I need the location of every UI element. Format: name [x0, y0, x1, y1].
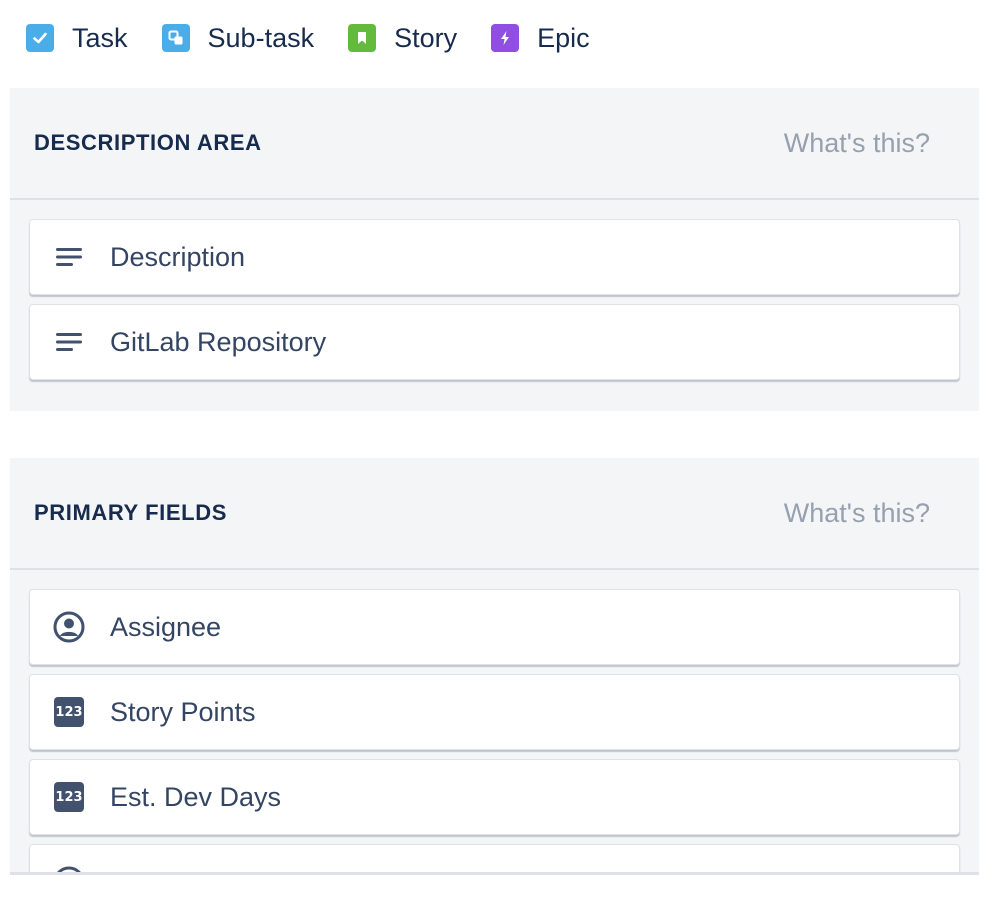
task-checkbox-icon [26, 24, 54, 52]
issue-type-label: Story [394, 22, 458, 53]
issue-type-task: Task [26, 23, 128, 54]
field-card-description[interactable]: Description [29, 219, 960, 295]
section-title: DESCRIPTION AREA [34, 130, 262, 155]
field-label: Description [110, 241, 246, 272]
paragraph-icon [52, 240, 86, 274]
field-label: Story Points [110, 696, 256, 727]
story-bookmark-icon [348, 24, 377, 52]
field-card-story-points[interactable]: 123 Story Points [29, 674, 960, 750]
issue-type-story: Story [348, 23, 457, 54]
field-label: Assignee [110, 611, 222, 642]
primary-fields-section: PRIMARY FIELDS What's this? Assignee 123… [10, 458, 979, 872]
user-avatar-icon [52, 610, 86, 644]
paragraph-icon [52, 325, 86, 359]
number-icon: 123 [52, 695, 86, 729]
whats-this-link[interactable]: What's this? [784, 88, 930, 198]
subtask-icon [161, 24, 190, 52]
number-icon: 123 [52, 780, 86, 814]
description-area-section: DESCRIPTION AREA What's this? Descriptio… [10, 88, 979, 411]
field-label: Est. Dev Days [110, 781, 282, 812]
issue-type-epic: Epic [491, 23, 590, 54]
user-avatar-icon [52, 865, 86, 872]
field-card-gitlab-repository[interactable]: GitLab Repository [29, 304, 960, 380]
issue-type-label: Task [72, 22, 128, 53]
field-card-partial[interactable] [29, 844, 960, 872]
whats-this-link[interactable]: What's this? [784, 458, 930, 568]
section-title: PRIMARY FIELDS [34, 500, 227, 525]
field-label: GitLab Repository [110, 326, 327, 357]
scroll-edge-divider [10, 872, 979, 875]
issue-type-label: Sub-task [207, 22, 315, 53]
section-header: DESCRIPTION AREA What's this? [10, 88, 979, 200]
section-header: PRIMARY FIELDS What's this? [10, 458, 979, 570]
field-card-est-dev-days[interactable]: 123 Est. Dev Days [29, 759, 960, 835]
field-list: Assignee 123 Story Points 123 Est. Dev D… [10, 570, 979, 872]
number-badge: 123 [54, 697, 84, 727]
epic-lightning-icon [491, 24, 520, 52]
number-badge: 123 [54, 782, 84, 812]
field-list: Description GitLab Repository [10, 200, 979, 380]
field-card-assignee[interactable]: Assignee [29, 589, 960, 665]
issue-type-subtask: Sub-task [161, 22, 315, 54]
issue-type-label: Epic [537, 22, 590, 53]
issue-type-legend: Task Sub-task Story Epic [26, 22, 624, 54]
